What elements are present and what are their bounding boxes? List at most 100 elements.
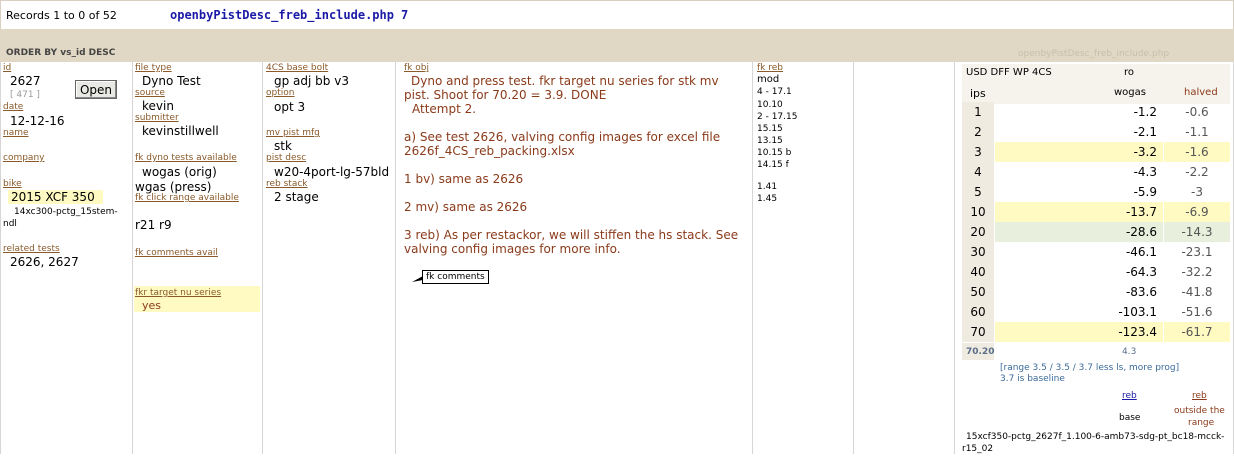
- fk-reb-row: 2 - 17.15: [757, 112, 798, 122]
- reb-link-outside[interactable]: reb: [1192, 391, 1207, 401]
- outside-range-label-2: range: [1188, 418, 1215, 428]
- fk-reb-label: fk reb: [757, 63, 783, 73]
- records-count: Records 1 to 0 of 52: [6, 9, 117, 22]
- click-range-label: fk click range available: [135, 193, 239, 203]
- wogas-cell: -4.3: [1133, 165, 1157, 179]
- ips-cell: 60: [962, 302, 994, 322]
- reb-link-base[interactable]: reb: [1122, 391, 1137, 401]
- ips-cell: 20: [962, 222, 994, 242]
- halved-cell: -2.2: [1185, 165, 1209, 179]
- fk-reb-row: 14.15 f: [757, 160, 789, 170]
- dyno-tests-label: fk dyno tests available: [135, 153, 237, 163]
- ips-cell: 50: [962, 282, 994, 302]
- halved-cell: -61.7: [1164, 322, 1230, 342]
- halved-cell: -6.9: [1164, 202, 1230, 222]
- fk-obj-paragraph-1b: Attempt 2.: [412, 102, 477, 116]
- fk-comments-note[interactable]: fk comments: [422, 270, 489, 284]
- table-row: 10 -13.7 -6.9: [962, 202, 1230, 222]
- wogas-cell: -46.1: [1125, 245, 1157, 259]
- fk-obj-paragraph-3: 1 bv) same as 2626: [404, 172, 524, 186]
- ips-cell: 3: [962, 142, 994, 162]
- target-series-label: fkr target nu series: [135, 288, 222, 298]
- order-php-faded: openbyPistDesc_freb_include.php: [1018, 49, 1170, 59]
- fk-obj-paragraph-2: a) See test 2626, valving config images …: [404, 130, 721, 158]
- bike-note-2: ndl: [3, 219, 17, 229]
- fk-reb-row: 10.10: [757, 100, 783, 110]
- halved-cell: -32.2: [1181, 265, 1213, 279]
- reb-stack-label: reb stack: [266, 179, 308, 189]
- column-empty: [854, 62, 955, 454]
- halved-cell: -51.6: [1181, 305, 1213, 319]
- table-row: 50 -83.6 -41.8: [962, 282, 1230, 302]
- range-note: [range 3.5 / 3.5 / 3.7 less ls, more pro…: [1000, 363, 1180, 373]
- ips-cell: 4: [962, 162, 994, 182]
- date-label: date: [3, 102, 24, 112]
- packing-file-name-1: 15xcf350-pctg_2627f_1.100-6-amb73-sdg-pt…: [966, 432, 1225, 442]
- column-valving: [263, 62, 396, 454]
- packing-file-name-2: r15_02: [962, 444, 994, 454]
- order-by-label: ORDER BY vs_id DESC: [6, 48, 116, 58]
- bike-note-1: 14xc300-pctg_15stem-: [14, 207, 118, 217]
- company-label: company: [3, 153, 45, 163]
- wogas-cell: -83.6: [1125, 285, 1157, 299]
- halved-cell: -3: [1191, 185, 1203, 199]
- table-row: 70 -123.4 -61.7: [962, 322, 1230, 342]
- table-row: 2 -2.1 -1.1: [962, 122, 1230, 142]
- id-label: id: [3, 63, 12, 73]
- halved-cell: -1.6: [1164, 142, 1230, 162]
- halved-cell: -1.1: [1185, 125, 1209, 139]
- fk-reb-mod: mod: [757, 74, 780, 85]
- base-label: base: [1119, 413, 1141, 423]
- ips-cell: 10: [962, 202, 994, 222]
- wogas-cell: -2.1: [1133, 125, 1157, 139]
- fk-reb-row: 1.45: [757, 194, 778, 204]
- ips-cell: 5: [962, 182, 994, 202]
- table-row: 4 -4.3 -2.2: [962, 162, 1230, 182]
- ips-cell: 1: [962, 102, 994, 122]
- fk-reb-row: 1.41: [757, 182, 778, 192]
- wogas-cell: -64.3: [1125, 265, 1157, 279]
- base-bolt-label: 4CS base bolt: [266, 63, 329, 73]
- wogas-cell: -123.4: [995, 322, 1163, 342]
- name-label: name: [3, 128, 29, 138]
- submitter-label: submitter: [135, 113, 179, 123]
- id-value: 2627: [10, 74, 41, 88]
- option-label: option: [266, 88, 295, 98]
- file-type-label: file type: [135, 63, 172, 73]
- open-button[interactable]: Open: [75, 80, 117, 99]
- wogas-cell: -13.7: [995, 202, 1163, 222]
- related-tests-value: 2626, 2627: [10, 255, 79, 269]
- table-ips-header: ips: [970, 87, 986, 100]
- ips-cell: 40: [962, 262, 994, 282]
- option-value: opt 3: [274, 100, 306, 114]
- ips-cell: 30: [962, 242, 994, 262]
- ips-cell: 70: [962, 322, 994, 342]
- pist-desc-value: w20-4port-lg-57bld: [274, 165, 390, 179]
- table-row: 5 -5.9 -3: [962, 182, 1230, 202]
- wogas-cell: -1.2: [1133, 105, 1157, 119]
- fk-obj-label: fk obj: [404, 63, 429, 73]
- summary-value: 4.3: [1122, 347, 1137, 357]
- wogas-cell: -28.6: [995, 222, 1163, 242]
- pist-desc-label: pist desc: [266, 153, 307, 163]
- related-tests-label: related tests: [3, 244, 60, 254]
- table-halved-header: halved: [1184, 87, 1218, 98]
- submitter-value: kevinstillwell: [142, 124, 219, 138]
- php-file-name: openbyPistDesc_freb_include.php: [170, 8, 394, 22]
- summary-ips: 70.20: [966, 347, 995, 357]
- fk-reb-row: 15.15: [757, 124, 783, 134]
- target-series-value: yes: [142, 299, 162, 312]
- mv-pist-label: mv pist mfg: [266, 128, 320, 138]
- table-row: 3 -3.2 -1.6: [962, 142, 1230, 162]
- table-row: 30 -46.1 -23.1: [962, 242, 1230, 262]
- php-file-number: 7: [401, 8, 409, 22]
- fk-obj-paragraph-4: 2 mv) same as 2626: [404, 200, 528, 214]
- file-type-value: Dyno Test: [142, 74, 201, 88]
- table-row: 20 -28.6 -14.3: [962, 222, 1230, 242]
- table-ro-label: ro: [1124, 67, 1135, 78]
- dyno-test-wogas: wogas (orig): [142, 165, 217, 179]
- reb-stack-value: 2 stage: [274, 190, 319, 204]
- outside-range-label-1: outside the: [1174, 406, 1225, 416]
- bike-value: 2015 XCF 350: [8, 190, 103, 204]
- fk-reb-row: 10.15 b: [757, 148, 792, 158]
